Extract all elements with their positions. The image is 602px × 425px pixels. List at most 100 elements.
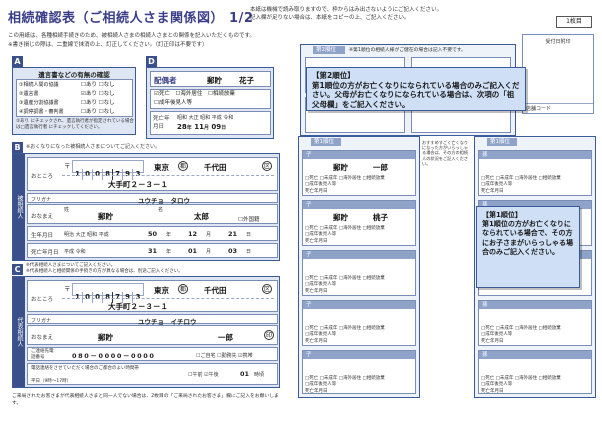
- spouse-given-name[interactable]: 花子: [239, 75, 254, 86]
- rep-kana-row: フリガナ ユウチョ イチロウ: [27, 314, 278, 326]
- spouse-opt-abroad[interactable]: ☐海外居住: [175, 91, 202, 97]
- intro-line-2: ※書き損じの際は、二重線で抹消の上、訂正してください。（訂正印は不要です）: [8, 41, 208, 48]
- decedent-death-month[interactable]: 01: [188, 247, 197, 255]
- section-c-letter: C: [12, 264, 23, 275]
- intro-line-1: この用紙は、各種相続手続きのため、被相続人さまの相続人さまとの関係を記入いただく…: [8, 33, 255, 39]
- section-g-note: ※第1順位の相続人様がご健在の場合は記入不要です。: [349, 48, 466, 53]
- spouse-name-box: 配偶者 郵貯 花子: [150, 71, 271, 87]
- spouse-opt-guardian[interactable]: ☐成年後見人等: [154, 100, 192, 106]
- decedent-birth-day[interactable]: 21: [228, 230, 237, 238]
- spouse-options: ☑死亡 ☐海外居住 ☐相続放棄 ☐成年後見人等: [150, 89, 271, 109]
- decedent-birth-year[interactable]: 50: [148, 230, 157, 238]
- decedent-surname[interactable]: 郵貯: [98, 211, 113, 222]
- section-g-rank: 第2順位: [313, 46, 345, 54]
- child-2-given[interactable]: 桃子: [373, 212, 388, 223]
- seal-mark-icon: 印: [264, 330, 274, 340]
- rep-name-row: おなまえ 郵貯 一郎 印: [27, 325, 278, 345]
- store-code-label: 店舗コード: [526, 106, 552, 112]
- a-row-1-options[interactable]: ☐あり ☐なし: [81, 81, 131, 90]
- rep-time-ampm[interactable]: ☐午前 ☑午後: [188, 371, 219, 378]
- decedent-street-address[interactable]: 大手町２－３－１: [108, 179, 168, 190]
- spouse-surname[interactable]: 郵貯: [207, 75, 222, 86]
- receipt-label: 受付日附印: [545, 39, 571, 45]
- spouse-death-month[interactable]: 11: [194, 123, 204, 131]
- a-row-3-label: ③遺産分割協議書: [19, 100, 59, 106]
- spouse-title: 配偶者: [154, 76, 177, 85]
- decedent-address-box: おところ 〒 1008793 東京 都 千代田 区 大手町２－３－１: [27, 157, 278, 191]
- child-1-given[interactable]: 一郎: [373, 162, 388, 173]
- decedent-death-era[interactable]: 平成 令和: [64, 248, 86, 255]
- rep-time-hour[interactable]: 01: [240, 370, 249, 378]
- child-card-2[interactable]: 子 郵貯 桃子 □死亡 □未成年 □海外居住 □相続放棄 □成年後見人等 死亡年…: [302, 200, 416, 246]
- e-side-note: おすすめすごく亡くなりになった方がいらっしゃる場合は、その方の相続人の状況をご記…: [422, 140, 469, 166]
- representative-side-label: 代表相続人: [13, 277, 25, 387]
- first-rank-callout: 【第1順位】 第1順位の方がお亡くなりになられている場合で、その方にお子さまがい…: [476, 206, 580, 288]
- section-b-letter: B: [12, 142, 23, 153]
- section-c-notes: ※代表相続人さまについてご記入ください。 ※代表相続人と相続関係の手続きの方が異…: [26, 263, 183, 275]
- machine-read-notice: 本紙は機械で読み取りますので、枠からはみ出さないようにご記入ください。 記入欄が…: [250, 6, 550, 23]
- decedent-prefecture[interactable]: 東京: [154, 162, 169, 173]
- decedent-foreigner-check[interactable]: ☐外国籍: [238, 215, 259, 223]
- decedent-birth-row: 生年月日 明治 大正 昭和 平成 50 年 12 月 21 日: [27, 226, 278, 241]
- rep-surname[interactable]: 郵貯: [98, 332, 113, 343]
- decedent-postal-code[interactable]: 1008793: [72, 160, 144, 180]
- section-c-footnote: ご来局されたお客さまが代表相続人さまと同一人でない場合は、2枚目の「ご来局された…: [12, 394, 279, 406]
- child-card-3[interactable]: 子 □死亡 □未成年 □海外居住 □相続放棄 □成年後見人等 死亡年月日: [302, 250, 416, 296]
- decedent-address-label: おところ: [31, 174, 54, 180]
- a-row-4-options[interactable]: ☐あり ☐なし: [81, 108, 131, 117]
- grandchild-card-5[interactable]: 孫 □死亡 □未成年 □海外居住 □相続放棄 □成年後見人等 死亡年月日: [478, 350, 592, 394]
- child-card-4[interactable]: 子 □死亡 □未成年 □海外居住 □相続放棄 □成年後見人等 死亡年月日: [302, 300, 416, 346]
- decedent-city-suffix: 区: [262, 161, 272, 171]
- grandchild-card-1[interactable]: 孫 □死亡 □未成年 □海外居住 □相続放棄 □成年後見人等 死亡年月日: [478, 150, 592, 196]
- decedent-birth-era[interactable]: 明治 大正 昭和 平成: [64, 231, 109, 238]
- a-row-2-options[interactable]: ☑あり ☐なし: [81, 90, 131, 99]
- child-2-surname[interactable]: 郵貯: [333, 212, 348, 223]
- notice-line-1: 本紙は機械で読み取りますので、枠からはみ出さないようにご記入ください。: [250, 7, 443, 13]
- section-d-letter: D: [146, 56, 157, 67]
- section-c-panel: 代表相続人 おところ 〒 1008793 東京 都 千代田 区 大手町２－３－１…: [12, 276, 280, 388]
- child-card-1[interactable]: 子 郵貯 一郎 □死亡 □未成年 □海外居住 □相続放棄 □成年後見人等 死亡年…: [302, 150, 416, 196]
- section-a-letter: A: [12, 56, 23, 67]
- notice-line-2: 記入欄が足りない場合は、本紙をコピーの上、ご記入ください。: [250, 15, 410, 22]
- section-a-title: 遺言書などの有無の確認: [38, 71, 110, 79]
- rep-prefecture[interactable]: 東京: [154, 285, 169, 296]
- decedent-side-label: 被相続人: [13, 154, 25, 260]
- a-row-1-label: ①相続人間の協議: [19, 82, 59, 88]
- section-b-note: ※おくなりになった被相続人さまについてご記入ください。: [26, 144, 161, 150]
- decedent-pref-suffix: 都: [178, 161, 188, 171]
- decedent-name-row: おなまえ 姓 郵貯 名 太郎 ☐外国籍: [27, 204, 278, 224]
- rep-phone-type[interactable]: ☐ご自宅 ☐勤務先 ☑携帯: [196, 352, 253, 359]
- section-a-panel: 遺言書などの有無の確認 ①相続人間の協議 ②遺言書 ③遺産分割協議書 ④調停調書…: [12, 67, 136, 135]
- a-row-4-label: ④調停調書・審判書: [19, 109, 64, 115]
- section-a-table: ①相続人間の協議 ②遺言書 ③遺産分割協議書 ④調停調書・審判書 ☐あり ☐なし…: [16, 79, 133, 117]
- rep-street-address[interactable]: 大手町２－３－１: [108, 301, 168, 312]
- rep-postal-code[interactable]: 1008793: [72, 283, 144, 303]
- decedent-given-name[interactable]: 太郎: [194, 211, 209, 222]
- page-title: 相続確認表（ご相続人さま関係図） 1/2: [8, 11, 254, 26]
- spouse-opt-death[interactable]: ☑死亡: [154, 91, 170, 97]
- spouse-death-date: 死亡年月日 昭和 大正 昭和 平成 令和 28年 11月 09日: [150, 111, 271, 135]
- rep-city[interactable]: 千代田: [204, 285, 227, 296]
- decedent-birth-month[interactable]: 12: [188, 230, 197, 238]
- spouse-opt-renounce[interactable]: ☐相続放棄: [208, 91, 235, 97]
- spouse-death-eras[interactable]: 昭和 大正 昭和 平成 令和: [177, 114, 233, 121]
- page-count-box: 1枚目: [556, 16, 592, 28]
- rep-time-row: 電話連絡をさせていただく場合のご都合のよい時間帯 平日（9時〜17時） ☐午前 …: [27, 363, 278, 385]
- child-card-5[interactable]: 子 □死亡 □未成年 □海外居住 □相続放棄 □成年後見人等 死亡年月日: [302, 350, 416, 394]
- section-b-panel: 被相続人 おところ 〒 1008793 東京 都 千代田 区 大手町２－３－１ …: [12, 153, 280, 261]
- grandchild-card-4[interactable]: 孫 □死亡 □未成年 □海外居住 □相続放棄 □成年後見人等 死亡年月日: [478, 300, 592, 346]
- rep-phone-number[interactable]: 080－0000－0000: [72, 350, 156, 360]
- section-a-note: ②あり にチェックされ、遺言執行者が指定されている場合は□遺言執行者 にチェック…: [16, 119, 134, 130]
- a-row-3-options[interactable]: ☐あり ☐なし: [81, 99, 131, 108]
- spouse-death-day[interactable]: 09: [211, 123, 221, 131]
- decedent-city[interactable]: 千代田: [204, 162, 227, 173]
- decedent-death-year[interactable]: 31: [148, 247, 157, 255]
- child-1-surname[interactable]: 郵貯: [333, 162, 348, 173]
- decedent-death-day[interactable]: 03: [228, 247, 237, 255]
- second-rank-callout: 【第2順位】 第1順位の方がお亡くなりになられている場合のみご記入ください。父母…: [306, 67, 526, 111]
- spouse-death-label: 死亡年月日: [153, 116, 170, 130]
- receipt-stamp-box: 受付日附印 店舗コード: [522, 34, 594, 114]
- decedent-death-row: 死亡年月日 平成 令和 31 年 01 月 03 日: [27, 243, 278, 258]
- rep-given-name[interactable]: 一郎: [218, 332, 233, 343]
- spouse-death-year[interactable]: 28: [177, 123, 187, 131]
